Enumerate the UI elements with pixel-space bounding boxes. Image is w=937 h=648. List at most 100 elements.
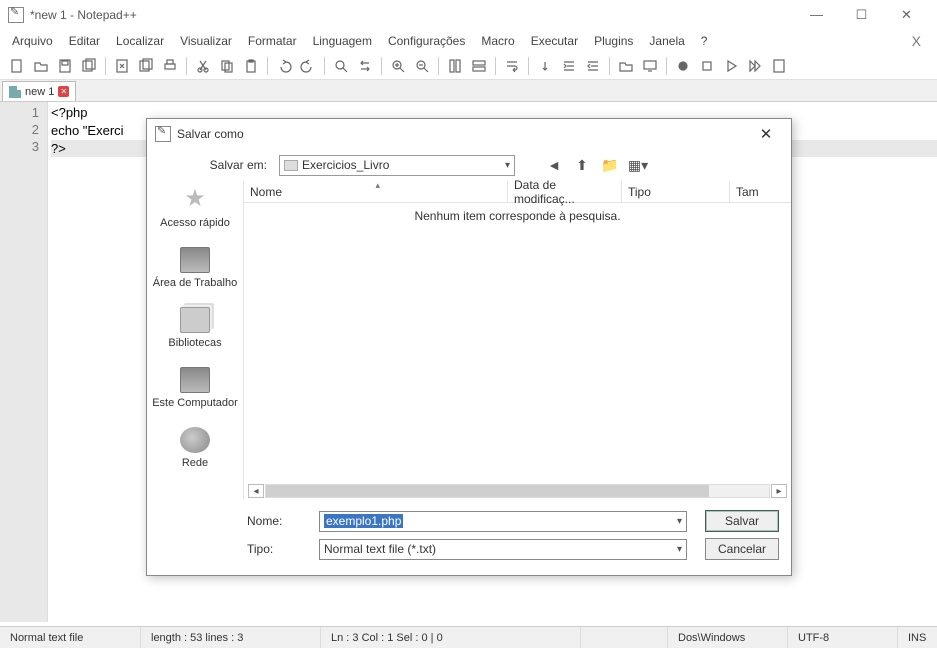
save-macro-icon[interactable] — [768, 55, 790, 77]
print-icon[interactable] — [159, 55, 181, 77]
menu-executar[interactable]: Executar — [523, 32, 586, 50]
status-spacer — [580, 627, 667, 648]
save-button[interactable]: Salvar — [705, 510, 779, 532]
scroll-right-icon[interactable]: ▸ — [771, 484, 787, 498]
menu-localizar[interactable]: Localizar — [108, 32, 172, 50]
col-size[interactable]: Tam — [730, 181, 791, 202]
up-icon[interactable]: ⬆ — [571, 154, 593, 176]
scroll-track[interactable] — [265, 484, 770, 498]
statusbar: Normal text file length : 53 lines : 3 L… — [0, 626, 937, 648]
line-number: 3 — [0, 138, 39, 155]
line-number: 1 — [0, 104, 39, 121]
menu-formatar[interactable]: Formatar — [240, 32, 305, 50]
file-tab-close-icon[interactable]: ✕ — [58, 86, 69, 97]
place-this-pc[interactable]: Este Computador — [152, 367, 238, 409]
chevron-down-icon[interactable]: ▾ — [677, 544, 682, 555]
undo-icon[interactable] — [273, 55, 295, 77]
file-tab[interactable]: new 1 ✕ — [2, 81, 76, 101]
new-folder-icon[interactable]: 📁 — [599, 154, 621, 176]
toolbar — [0, 52, 937, 80]
place-label: Área de Trabalho — [153, 277, 237, 289]
mdi-close-icon[interactable]: X — [900, 33, 933, 49]
filetype-label: Tipo: — [247, 542, 301, 556]
menu-linguagem[interactable]: Linguagem — [305, 32, 380, 50]
record-icon[interactable] — [672, 55, 694, 77]
chevron-down-icon[interactable]: ▾ — [677, 516, 682, 527]
titlebar: *new 1 - Notepad++ — ☐ ✕ — [0, 0, 937, 30]
menu-plugins[interactable]: Plugins — [586, 32, 641, 50]
col-date[interactable]: Data de modificaç... — [508, 181, 622, 202]
view-menu-icon[interactable]: ▦▾ — [627, 154, 649, 176]
menu-janela[interactable]: Janela — [641, 32, 692, 50]
minimize-button[interactable]: — — [794, 1, 839, 29]
wrap-icon[interactable] — [501, 55, 523, 77]
invisible-icon[interactable] — [534, 55, 556, 77]
menu-visualizar[interactable]: Visualizar — [172, 32, 240, 50]
menu-macro[interactable]: Macro — [473, 32, 522, 50]
indent-icon[interactable] — [558, 55, 580, 77]
places-bar: ★ Acesso rápido Área de Trabalho Bibliot… — [147, 181, 243, 499]
paste-icon[interactable] — [240, 55, 262, 77]
line-number: 2 — [0, 121, 39, 138]
new-file-icon[interactable] — [6, 55, 28, 77]
menu-help[interactable]: ? — [693, 32, 716, 50]
replace-icon[interactable] — [354, 55, 376, 77]
libraries-icon — [180, 307, 210, 333]
close-file-icon[interactable] — [111, 55, 133, 77]
sync-h-icon[interactable] — [468, 55, 490, 77]
status-length: length : 53 lines : 3 — [140, 627, 320, 648]
play-icon[interactable] — [720, 55, 742, 77]
place-label: Acesso rápido — [160, 217, 230, 229]
back-icon[interactable]: ◄ — [543, 154, 565, 176]
dialog-close-button[interactable]: ✕ — [749, 122, 783, 146]
place-network[interactable]: Rede — [180, 427, 210, 469]
horizontal-scrollbar[interactable]: ◂ ▸ — [244, 483, 791, 499]
close-all-icon[interactable] — [135, 55, 157, 77]
outdent-icon[interactable] — [582, 55, 604, 77]
find-icon[interactable] — [330, 55, 352, 77]
filename-label: Nome: — [247, 514, 301, 528]
menu-arquivo[interactable]: Arquivo — [4, 32, 61, 50]
zoom-in-icon[interactable] — [387, 55, 409, 77]
menu-configuracoes[interactable]: Configurações — [380, 32, 473, 50]
open-file-icon[interactable] — [30, 55, 52, 77]
redo-icon[interactable] — [297, 55, 319, 77]
dialog-body: ★ Acesso rápido Área de Trabalho Bibliot… — [147, 181, 791, 499]
savein-label: Salvar em: — [203, 158, 267, 172]
menu-editar[interactable]: Editar — [61, 32, 108, 50]
place-desktop[interactable]: Área de Trabalho — [153, 247, 237, 289]
empty-message: Nenhum item corresponde à pesquisa. — [414, 209, 620, 223]
scroll-left-icon[interactable]: ◂ — [248, 484, 264, 498]
savein-combo[interactable]: Exercicios_Livro ▾ — [279, 155, 515, 176]
filetype-value: Normal text file (*.txt) — [324, 542, 436, 556]
fastfwd-icon[interactable] — [744, 55, 766, 77]
copy-icon[interactable] — [216, 55, 238, 77]
sort-asc-icon: ▴ — [376, 180, 381, 191]
maximize-button[interactable]: ☐ — [839, 1, 884, 29]
globe-icon — [180, 427, 210, 453]
app-icon — [8, 7, 24, 23]
window-title: *new 1 - Notepad++ — [30, 8, 794, 22]
stop-icon[interactable] — [696, 55, 718, 77]
sync-v-icon[interactable] — [444, 55, 466, 77]
scroll-thumb[interactable] — [266, 485, 709, 497]
place-libraries[interactable]: Bibliotecas — [168, 307, 221, 349]
col-name[interactable]: Nome▴ — [244, 181, 508, 202]
close-button[interactable]: ✕ — [884, 1, 929, 29]
monitor-icon[interactable] — [639, 55, 661, 77]
cut-icon[interactable] — [192, 55, 214, 77]
zoom-out-icon[interactable] — [411, 55, 433, 77]
computer-icon — [180, 367, 210, 393]
list-body[interactable]: Nenhum item corresponde à pesquisa. — [244, 203, 791, 483]
filetype-combo[interactable]: Normal text file (*.txt) ▾ — [319, 539, 687, 560]
status-position: Ln : 3 Col : 1 Sel : 0 | 0 — [320, 627, 580, 648]
file-tab-label: new 1 — [25, 86, 54, 98]
save-all-icon[interactable] — [78, 55, 100, 77]
folder-icon[interactable] — [615, 55, 637, 77]
filename-input[interactable]: exemplo1.php ▾ — [319, 511, 687, 532]
col-type[interactable]: Tipo — [622, 181, 730, 202]
save-icon[interactable] — [54, 55, 76, 77]
savein-value: Exercicios_Livro — [302, 158, 389, 172]
cancel-button[interactable]: Cancelar — [705, 538, 779, 560]
place-quick-access[interactable]: ★ Acesso rápido — [160, 187, 230, 229]
